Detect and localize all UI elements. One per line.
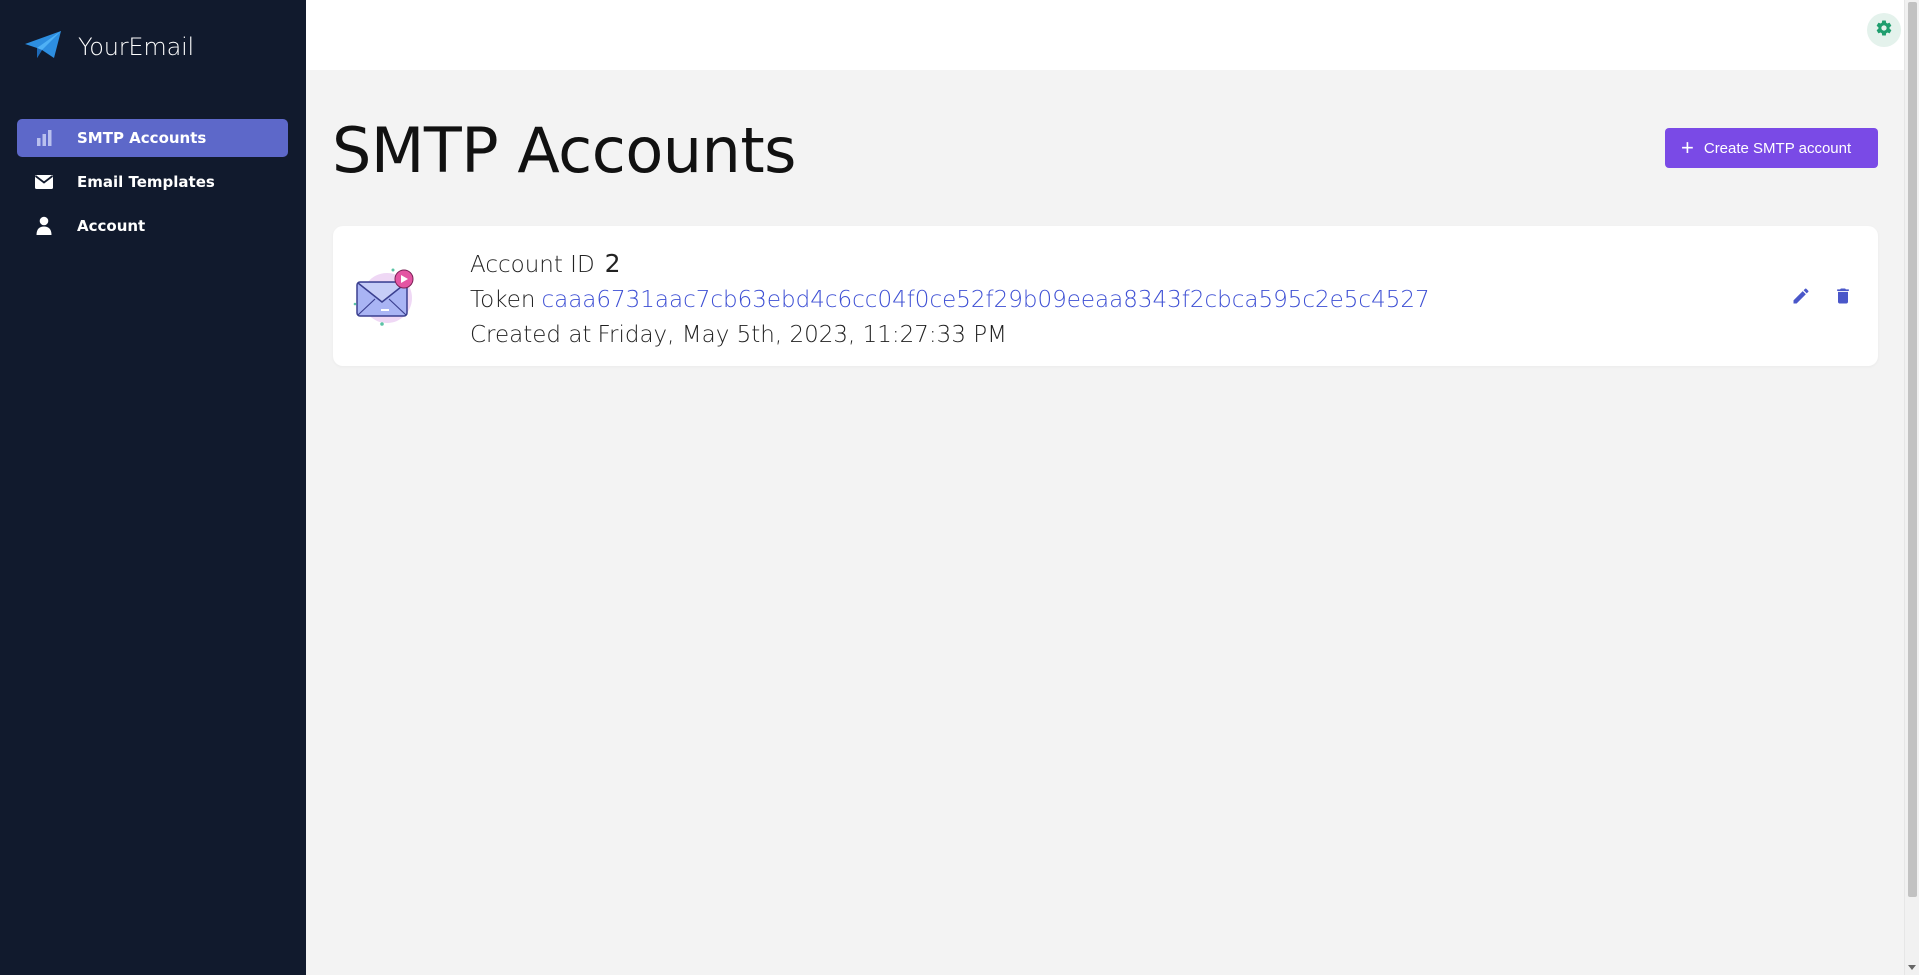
- trash-icon: [1833, 286, 1853, 310]
- account-id-value: 2: [604, 249, 621, 278]
- sidebar-item-email-templates[interactable]: Email Templates: [17, 163, 288, 201]
- create-smtp-account-button[interactable]: + Create SMTP account: [1665, 128, 1878, 168]
- page-title: SMTP Accounts: [332, 114, 796, 187]
- delete-button[interactable]: [1832, 287, 1854, 309]
- envelope-icon: [34, 172, 54, 192]
- account-id-row: Account ID 2: [470, 246, 1430, 283]
- app-name: YourEmail: [78, 33, 195, 61]
- account-id-label: Account ID: [470, 252, 595, 278]
- sidebar-item-label: Account: [77, 217, 146, 235]
- paper-plane-logo-icon: [24, 30, 62, 64]
- created-value: Friday, May 5th, 2023, 11:27:33 PM: [597, 322, 1007, 348]
- token-row: Token caaa6731aac7cb63ebd4c6cc04f0ce52f2…: [470, 283, 1430, 318]
- sidebar: YourEmail SMTP Accounts Email Templates: [0, 0, 306, 975]
- scroll-down-arrow-icon[interactable]: [1908, 965, 1916, 970]
- created-label: Created at: [470, 322, 592, 348]
- person-icon: [34, 216, 54, 236]
- sidebar-item-label: Email Templates: [77, 173, 215, 191]
- sidebar-item-smtp-accounts[interactable]: SMTP Accounts: [17, 119, 288, 157]
- sidebar-item-account[interactable]: Account: [17, 207, 288, 245]
- pencil-icon: [1791, 286, 1811, 310]
- create-button-label: Create SMTP account: [1703, 139, 1852, 157]
- token-label: Token: [470, 287, 536, 313]
- sidebar-nav: SMTP Accounts Email Templates Account: [17, 119, 288, 251]
- plus-icon: +: [1681, 135, 1694, 160]
- bar-chart-icon: [34, 128, 54, 148]
- scrollbar-thumb[interactable]: [1908, 2, 1917, 897]
- token-value[interactable]: caaa6731aac7cb63ebd4c6cc04f0ce52f29b09ee…: [541, 283, 1429, 318]
- email-illustration-icon: [349, 266, 421, 328]
- smtp-account-card: Account ID 2 Token caaa6731aac7cb63ebd4c…: [333, 226, 1878, 366]
- scrollbar[interactable]: [1904, 0, 1919, 975]
- gear-icon: [1875, 19, 1893, 41]
- top-bar: [306, 0, 1904, 70]
- sidebar-item-label: SMTP Accounts: [77, 129, 207, 147]
- created-row: Created at Friday, May 5th, 2023, 11:27:…: [470, 318, 1430, 353]
- brand[interactable]: YourEmail: [24, 30, 194, 64]
- settings-button[interactable]: [1867, 13, 1901, 47]
- account-details: Account ID 2 Token caaa6731aac7cb63ebd4c…: [470, 246, 1430, 353]
- edit-button[interactable]: [1790, 287, 1812, 309]
- card-actions: [1770, 287, 1854, 309]
